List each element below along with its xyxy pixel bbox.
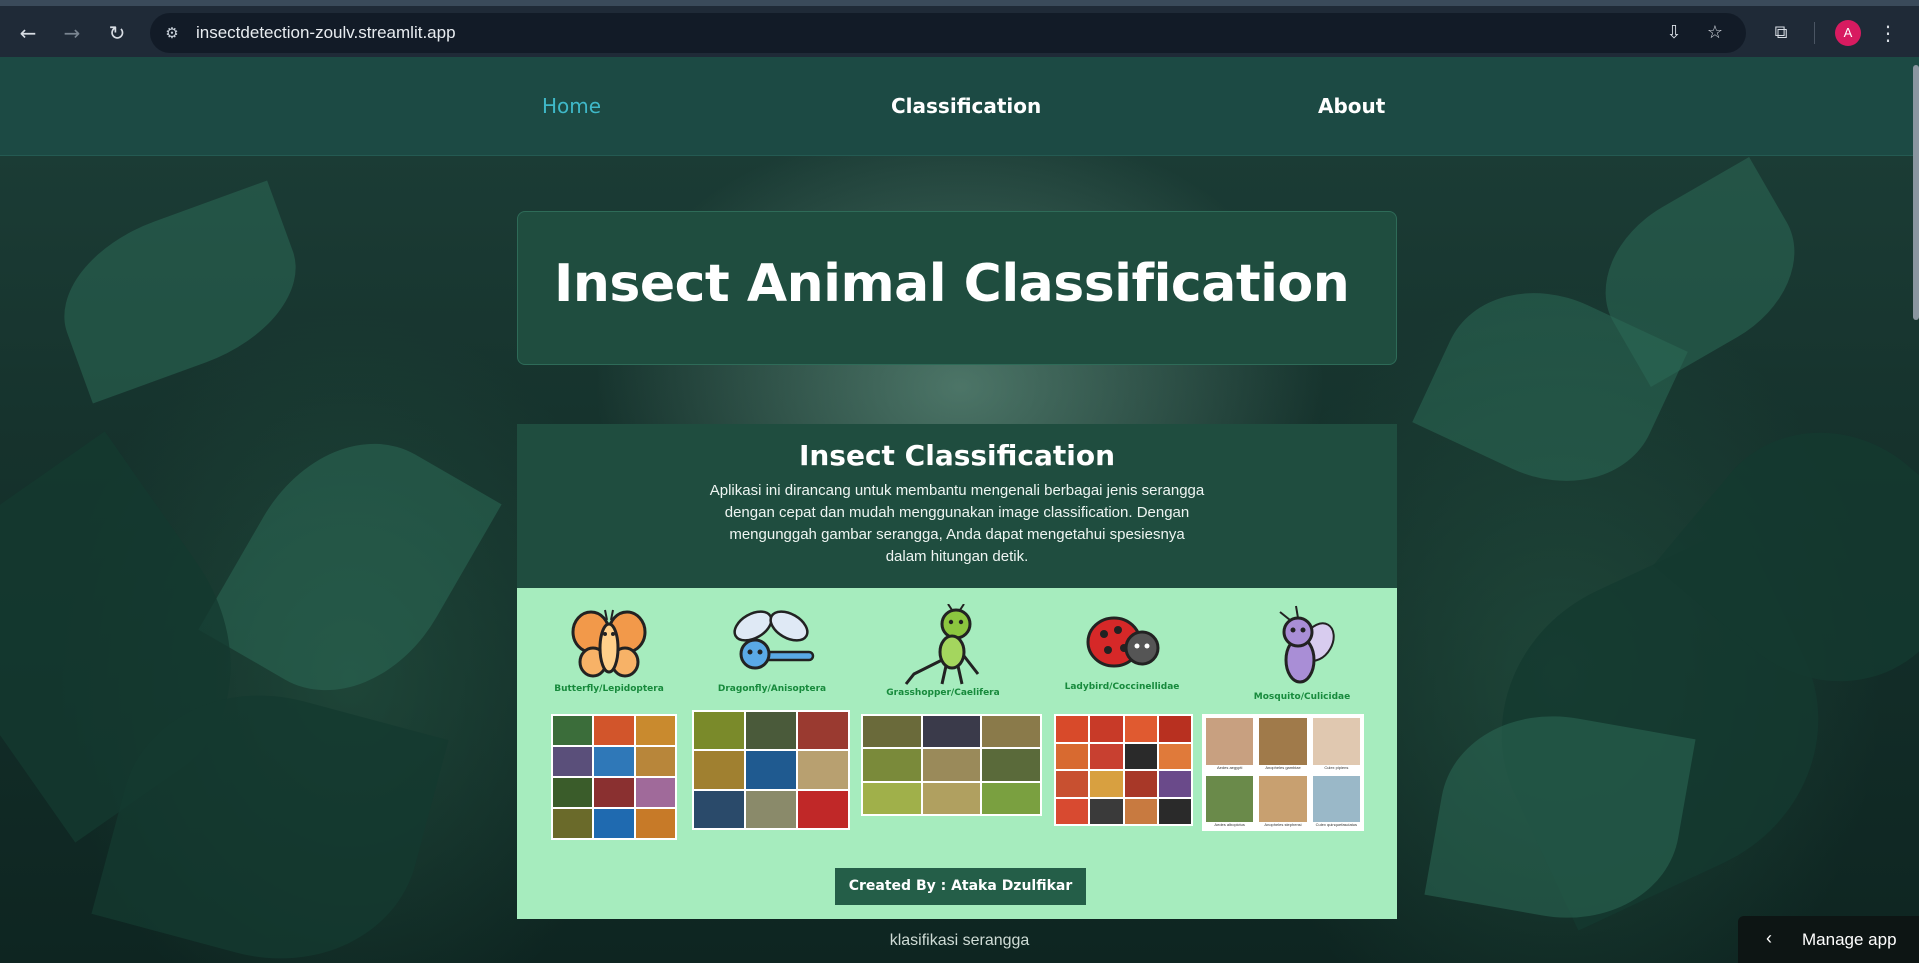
app-page: Home Classification About Insect Animal … [0,57,1919,963]
mosquito-photo-grid: Aedes aegypti Anopheles gambiae Culex pi… [1202,714,1364,831]
credit-badge: Created By : Ataka Dzulfikar [835,868,1086,905]
grasshopper-photo-grid [861,714,1042,816]
jungle-leaf-decoration [41,180,319,404]
insect-card-dragonfly: Dragonfly/Anisoptera [697,604,847,694]
profile-avatar[interactable]: A [1835,20,1861,46]
extensions-icon[interactable]: ⧉ [1768,20,1794,46]
manage-app-label: Manage app [1802,930,1897,949]
insect-card-ladybird: Ladybird/Coccinellidae [1047,604,1197,692]
grasshopper-icon [904,604,980,685]
jungle-leaf-decoration [198,404,502,730]
butterfly-icon [571,609,647,678]
insect-caption: Ladybird/Coccinellidae [1064,682,1180,692]
site-info-icon[interactable]: ⚙ [162,23,182,43]
top-navigation: Home Classification About [0,57,1919,156]
back-icon[interactable]: ← [14,19,42,47]
ladybird-photo-grid [1054,714,1193,826]
butterfly-photo-grid [551,714,677,840]
manage-app-button[interactable]: ‹ Manage app [1738,916,1919,963]
forward-icon[interactable]: → [58,19,86,47]
address-bar[interactable]: ⚙ insectdetection-zoulv.streamlit.app ⇩ … [150,13,1746,53]
nav-classification[interactable]: Classification [891,94,1041,118]
insect-caption: Mosquito/Culicidae [1253,692,1351,702]
browser-toolbar: ← → ↻ ⚙ insectdetection-zoulv.streamlit.… [0,0,1919,57]
ladybird-icon [1086,616,1160,668]
mosquito-label: Anopheles stephensi [1264,822,1302,827]
jungle-leaf-decoration [1424,697,1696,937]
mosquito-label: Aedes albopictus [1214,822,1245,827]
insect-card-butterfly: Butterfly/Lepidoptera [545,604,673,694]
nav-about[interactable]: About [1318,94,1385,118]
mosquito-label: Aedes aegypti [1216,764,1243,770]
insect-card-grasshopper: Grasshopper/Caelifera [863,604,1023,698]
more-menu-icon[interactable]: ⋮ [1878,19,1898,47]
insect-caption: Butterfly/Lepidoptera [554,684,664,694]
nav-home[interactable]: Home [542,94,601,118]
dragonfly-icon [733,610,815,670]
chevron-left-icon: ‹ [1766,928,1772,948]
url-text[interactable]: insectdetection-zoulv.streamlit.app [196,23,456,43]
page-scrollbar[interactable] [1913,65,1919,320]
insect-card-mosquito: Mosquito/Culicidae [1227,604,1377,702]
page-title: Insect Animal Classification [554,254,1350,314]
mosquito-label: Anopheles gambiae [1265,764,1301,770]
insect-caption: Grasshopper/Caelifera [886,688,1000,698]
insect-intro-panel: Insect Classification Aplikasi ini diran… [517,424,1397,588]
toolbar-divider [1814,22,1815,44]
install-app-icon[interactable]: ⇩ [1662,21,1686,45]
reload-icon[interactable]: ↻ [103,19,131,47]
insect-illustration: Butterfly/Lepidoptera Dragonfly/Anisopte… [517,588,1397,919]
dragonfly-photo-grid [692,710,850,830]
mosquito-icon [1279,605,1335,684]
mosquito-label: Culex pipiens [1324,764,1349,770]
mosquito-label: Culex quinquefasciatus [1315,822,1357,827]
bookmark-star-icon[interactable]: ☆ [1703,21,1727,45]
section-heading: Insect Classification [798,439,1116,472]
section-description: Aplikasi ini dirancang untuk membantu me… [709,482,1205,565]
footer-caption: klasifikasi serangga [889,932,1030,949]
title-card: Insect Animal Classification [517,211,1397,365]
insect-caption: Dragonfly/Anisoptera [717,684,827,694]
